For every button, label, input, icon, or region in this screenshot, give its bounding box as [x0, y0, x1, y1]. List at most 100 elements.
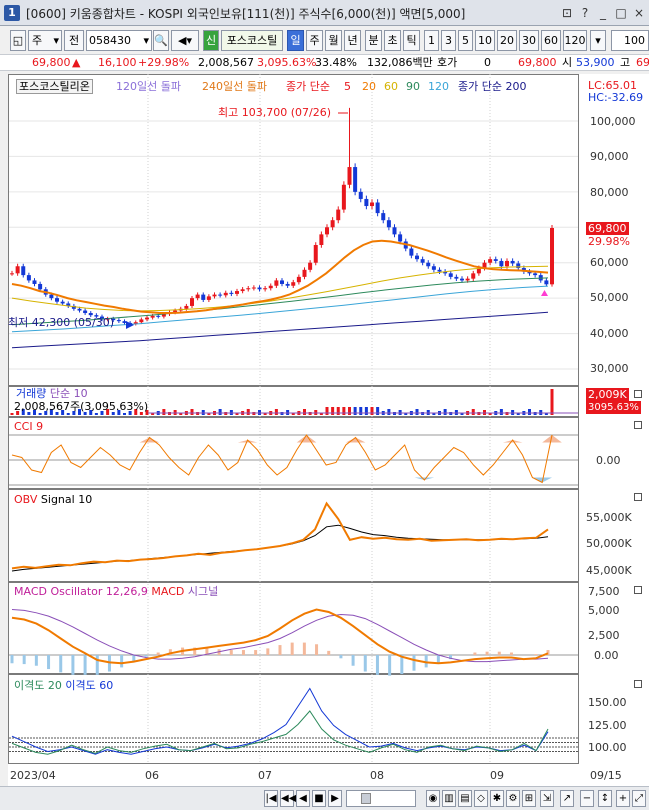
period-tick-button[interactable]: 틱: [403, 30, 420, 51]
number-20-button[interactable]: 20: [497, 30, 517, 51]
scroll-back-button[interactable]: ◀: [296, 790, 310, 807]
scroll-thumb[interactable]: [361, 793, 371, 804]
tool-9-icon[interactable]: ↗: [560, 790, 574, 807]
link-button[interactable]: ⊡: [558, 4, 576, 22]
candle-body: [116, 320, 121, 322]
pane-close-icon[interactable]: [634, 680, 642, 688]
period-month-button[interactable]: 월: [325, 30, 342, 51]
market-select[interactable]: 주 ▾: [28, 30, 62, 51]
layout-icon[interactable]: ◱: [10, 30, 26, 51]
number-1-button[interactable]: 1: [424, 30, 439, 51]
period-week-button[interactable]: 주: [306, 30, 323, 51]
macd-legend-a: MACD Oscillator 12,26,9: [14, 585, 148, 598]
ticker-bar: 69,800 ▲ 16,100 +29.98% 2,008,567 3,095.…: [0, 54, 649, 71]
new-indicator-badge[interactable]: 신: [203, 30, 219, 51]
volume-bar: [528, 409, 531, 415]
stock-name-label[interactable]: 포스코스틸리온: [16, 79, 93, 94]
tool-1-icon[interactable]: ◉: [426, 790, 440, 807]
macd-oscillator-bar: [485, 651, 489, 655]
macd-oscillator-bar: [509, 652, 513, 655]
code-input[interactable]: 058430 ▾: [86, 30, 152, 51]
maximize-button[interactable]: □: [612, 4, 630, 22]
candle-body: [398, 234, 403, 242]
period-second-button[interactable]: 초: [384, 30, 401, 51]
indicator-name-button[interactable]: 포스코스틸: [221, 30, 283, 51]
candle-body: [460, 278, 464, 281]
tool-5-icon[interactable]: ✱: [490, 790, 504, 807]
help-button[interactable]: ?: [576, 4, 594, 22]
x-tick-06: 06: [145, 769, 159, 782]
scroll-track[interactable]: [346, 790, 416, 807]
obv-legend-b: Signal 10: [40, 493, 93, 506]
sound-icon[interactable]: ◀▾: [171, 30, 199, 51]
tool-3-icon[interactable]: ▤: [458, 790, 472, 807]
scroll-stop-button[interactable]: ■: [312, 790, 326, 807]
candle-body: [358, 191, 363, 199]
x-tick-2023-04: 2023/04: [10, 769, 56, 782]
candle-body: [206, 296, 211, 300]
candle-body: [26, 275, 31, 281]
ticker-change-pct: +29.98%: [138, 56, 190, 69]
pane-close-icon[interactable]: [634, 421, 642, 429]
move-button[interactable]: ↕: [598, 790, 612, 807]
tool-2-icon[interactable]: ▥: [442, 790, 456, 807]
number-30-button[interactable]: 30: [519, 30, 539, 51]
obv-signal-line: [11, 524, 549, 572]
volume-bar: [325, 407, 329, 415]
volume-last-tag: 2,009K: [586, 388, 629, 401]
macd-oscillator-bar: [47, 655, 51, 670]
cci-line: [11, 434, 553, 484]
tool-4-icon[interactable]: ◇: [474, 790, 488, 807]
zoom-out-button[interactable]: −: [580, 790, 594, 807]
x-tick-09-15: 09/15: [590, 769, 622, 782]
zoom-in-button[interactable]: +: [616, 790, 630, 807]
candle-body: [313, 245, 318, 263]
pane-frame: [8, 489, 579, 582]
period-year-button[interactable]: 년: [344, 30, 361, 51]
hc-value: HC:-32.69: [588, 91, 644, 104]
chart-area[interactable]: 포스코스틸리온 120일선 돌파 240일선 돌파 종가 단순 5 20 60 …: [8, 74, 649, 810]
candle-body: [156, 315, 161, 317]
scroll-start-button[interactable]: |◀: [264, 790, 278, 807]
volume-bar: [303, 409, 306, 415]
count-input[interactable]: 100: [611, 30, 649, 51]
period-minute-button[interactable]: 분: [365, 30, 382, 51]
candle-body: [235, 291, 239, 294]
macd-oscillator-bar: [34, 655, 38, 666]
legend-ma200: 종가 단순 200: [458, 80, 527, 93]
volume-bar: [370, 407, 374, 415]
macd-oscillator-bar: [120, 655, 124, 668]
macd-legend: MACD Oscillator 12,26,9 MACD 시그널: [14, 585, 218, 598]
volume-bar: [387, 409, 391, 415]
ticker-amount: 132,086백만: [367, 56, 433, 69]
tool-8-icon[interactable]: ⇲: [540, 790, 554, 807]
type-button[interactable]: 전: [64, 30, 84, 51]
scroll-fast-back-button[interactable]: ◀◀: [280, 790, 296, 807]
macd-oscillator-bar: [254, 650, 258, 655]
candle-body: [499, 260, 504, 267]
number-60-button[interactable]: 60: [541, 30, 561, 51]
pane-close-icon[interactable]: [634, 493, 642, 501]
tool-7-icon[interactable]: ⊞: [522, 790, 536, 807]
number-120-button[interactable]: 120: [563, 30, 587, 51]
obv-legend-a: OBV: [14, 493, 38, 506]
candle-body: [437, 269, 442, 272]
number-10-button[interactable]: 10: [475, 30, 495, 51]
number-3-button[interactable]: 3: [441, 30, 456, 51]
pane-close-icon[interactable]: [634, 586, 642, 594]
pane-close-icon[interactable]: [634, 390, 642, 398]
fullscreen-button[interactable]: ⤢: [632, 790, 646, 807]
candle-body: [341, 184, 346, 210]
tool-6-icon[interactable]: ⚙: [506, 790, 520, 807]
number-5-button[interactable]: 5: [458, 30, 473, 51]
minimize-button[interactable]: _: [594, 4, 612, 22]
volume-bar: [471, 409, 475, 415]
search-icon[interactable]: 🔍: [153, 30, 169, 51]
obv-y-tick-55000k: 55,000K: [586, 511, 632, 524]
legend-ma20: 20: [362, 80, 376, 93]
scroll-forward-button[interactable]: ▶: [328, 790, 342, 807]
dropdown-icon[interactable]: ▾: [590, 30, 606, 51]
candle-body: [533, 273, 538, 276]
period-day-button[interactable]: 일: [287, 30, 304, 51]
close-button[interactable]: ×: [630, 4, 648, 22]
